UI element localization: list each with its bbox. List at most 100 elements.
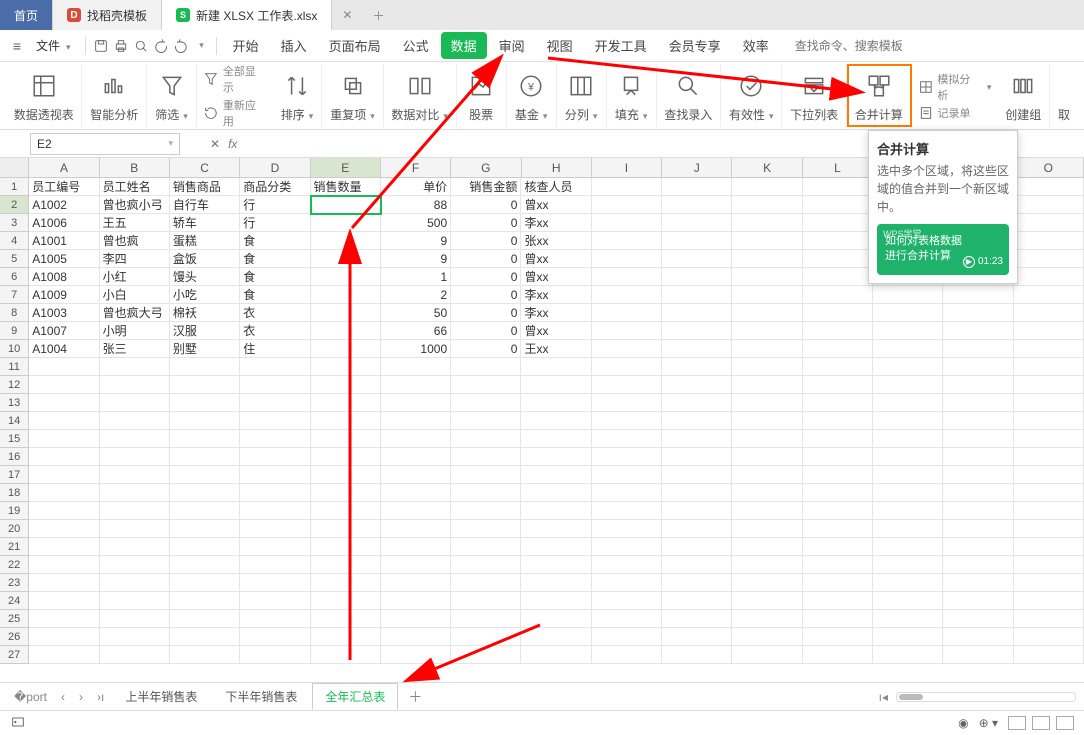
cell[interactable] [662,574,732,592]
cell[interactable]: 单价 [381,178,451,196]
cell[interactable] [662,178,732,196]
cell[interactable] [240,520,310,538]
cell[interactable] [662,484,732,502]
cell[interactable]: 食 [240,232,310,250]
cell[interactable] [873,502,943,520]
cell[interactable]: 衣 [240,304,310,322]
row-header[interactable]: 4 [0,232,29,250]
cell[interactable] [1014,502,1084,520]
show-all[interactable]: 全部显示 [203,63,266,95]
cell[interactable] [732,502,802,520]
cell[interactable] [592,394,662,412]
tab-close[interactable]: ✕ [332,0,362,30]
cell[interactable] [240,466,310,484]
cell[interactable] [521,574,591,592]
cell[interactable] [732,268,802,286]
cell[interactable] [170,610,240,628]
cell[interactable] [592,484,662,502]
quick-access-more[interactable] [192,37,210,55]
cell[interactable]: 曾xx [521,250,591,268]
cell[interactable] [732,232,802,250]
cell[interactable] [662,502,732,520]
cell[interactable] [592,340,662,358]
cell[interactable] [311,340,381,358]
cell[interactable]: 李xx [521,304,591,322]
cell[interactable] [732,610,802,628]
cell[interactable] [803,250,873,268]
app-menu-icon[interactable]: ≡ [8,37,26,55]
ribbon-duplicates[interactable]: 重复项 [322,64,383,127]
cell[interactable]: A1007 [29,322,99,340]
cell[interactable] [521,448,591,466]
row-header[interactable]: 7 [0,286,29,304]
cell[interactable] [732,646,802,664]
cell[interactable] [803,286,873,304]
cell[interactable] [521,412,591,430]
cell[interactable] [311,502,381,520]
cell[interactable] [521,358,591,376]
command-search[interactable] [789,36,939,56]
cell[interactable] [240,358,310,376]
cell[interactable]: 小白 [100,286,170,304]
cell[interactable] [521,520,591,538]
menu-页面布局[interactable]: 页面布局 [319,32,391,59]
ribbon-record[interactable]: 记录单 [918,105,992,121]
cell[interactable]: 食 [240,286,310,304]
cell[interactable] [803,358,873,376]
cell[interactable] [1014,430,1084,448]
cell[interactable] [662,610,732,628]
cell[interactable] [100,430,170,448]
cell[interactable] [803,538,873,556]
cell[interactable] [732,466,802,484]
cell[interactable] [592,430,662,448]
cell[interactable] [1014,322,1084,340]
cell[interactable] [803,178,873,196]
row-header[interactable]: 13 [0,394,29,412]
cell[interactable] [381,556,451,574]
cell[interactable] [311,286,381,304]
cell[interactable]: 小吃 [170,286,240,304]
cell[interactable] [451,520,521,538]
sheet-add[interactable]: ＋ [400,687,430,707]
cell[interactable] [1014,340,1084,358]
cell[interactable] [1014,214,1084,232]
cell[interactable] [100,484,170,502]
cell[interactable] [29,556,99,574]
cell[interactable] [521,538,591,556]
cell[interactable] [803,196,873,214]
menu-公式[interactable]: 公式 [393,32,439,59]
cell[interactable] [311,466,381,484]
cell[interactable] [1014,286,1084,304]
cell[interactable] [803,592,873,610]
cell[interactable] [170,574,240,592]
sheet-nav-prev[interactable]: ‹ [55,690,71,704]
cell[interactable]: 商品分类 [240,178,310,196]
col-header[interactable]: L [803,158,873,177]
cell[interactable] [662,376,732,394]
cell[interactable]: 张三 [100,340,170,358]
cell[interactable]: 曾xx [521,268,591,286]
cell[interactable] [311,538,381,556]
cell[interactable] [943,502,1013,520]
print-preview-icon[interactable] [132,37,150,55]
cell[interactable] [170,376,240,394]
cell[interactable] [100,610,170,628]
cell[interactable] [1014,556,1084,574]
cell[interactable] [803,232,873,250]
row-header[interactable]: 3 [0,214,29,232]
cell[interactable] [100,412,170,430]
cell[interactable] [381,358,451,376]
cell[interactable] [311,232,381,250]
cell[interactable]: A1001 [29,232,99,250]
cell[interactable] [240,502,310,520]
cell[interactable] [662,466,732,484]
ribbon-group-cancel[interactable]: 取 [1050,64,1078,127]
cell[interactable] [381,430,451,448]
cell[interactable] [592,358,662,376]
cell[interactable] [732,628,802,646]
tab-templates[interactable]: D 找稻壳模板 [53,0,162,30]
cell[interactable] [1014,196,1084,214]
menu-会员专享[interactable]: 会员专享 [659,32,731,59]
cell[interactable] [592,196,662,214]
col-header[interactable]: I [592,158,662,177]
